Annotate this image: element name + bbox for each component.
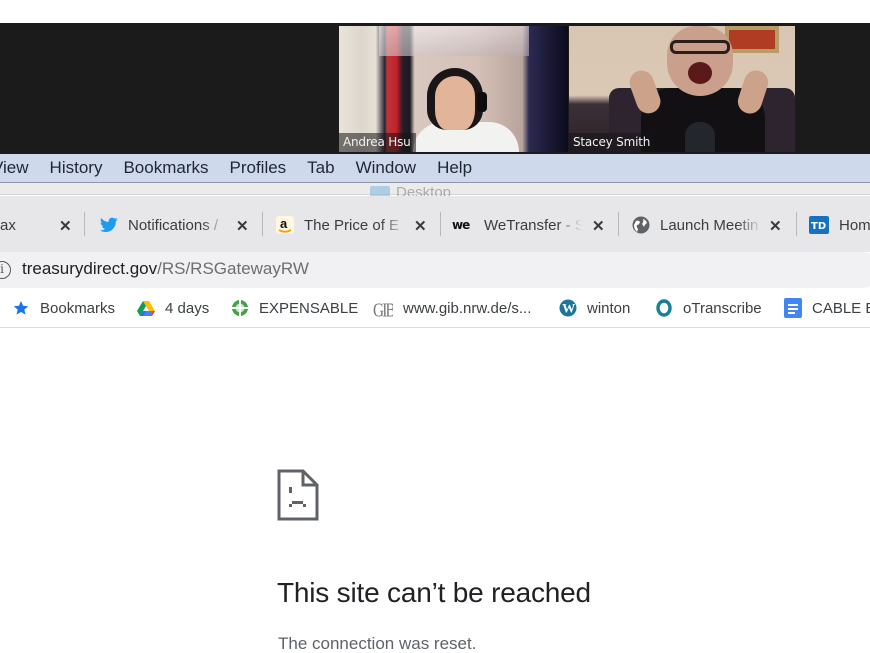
menu-help[interactable]: Help (437, 158, 472, 178)
tab-separator (618, 212, 619, 236)
page-content: This site can’t be reached The connectio… (0, 329, 870, 653)
url-text[interactable]: treasurydirect.gov/RS/RSGatewayRW (22, 259, 309, 279)
headphone-shape (477, 92, 487, 112)
otranscribe-icon (655, 299, 673, 317)
tab-separator (262, 212, 263, 236)
tab-close-button[interactable]: ✕ (414, 217, 427, 235)
twitter-icon (100, 216, 118, 234)
tab-close-button[interactable]: ✕ (592, 217, 605, 235)
browser-tab[interactable]: a The Price of E (276, 210, 406, 240)
bookmark-label: Bookmarks (40, 299, 116, 317)
tab-title: WeTransfer - S (484, 216, 582, 234)
participant-figure (427, 68, 483, 130)
bookmark-label: www.gib.nrw.de/s... (403, 299, 532, 317)
svg-text:W: W (562, 301, 575, 316)
bookmark-item[interactable]: Bookmarks (12, 298, 115, 318)
error-detail: The connection was reset. (278, 634, 477, 653)
globe-icon (632, 216, 650, 234)
browser-tab[interactable]: Notifications / (100, 210, 226, 240)
bookmark-label: oTranscribe (683, 299, 762, 317)
svg-text:a: a (280, 216, 288, 231)
google-docs-icon (784, 298, 802, 318)
error-title: This site can’t be reached (277, 577, 591, 608)
wetransfer-icon: we (452, 216, 474, 234)
tab-title: Notifications / (128, 216, 219, 234)
svg-text:TD: TD (811, 221, 826, 232)
google-drive-icon (137, 299, 155, 317)
menu-tab[interactable]: Tab (307, 158, 334, 178)
bookmark-item[interactable]: oTranscribe (655, 298, 762, 318)
wall-painting (725, 26, 779, 53)
url-host: treasurydirect.gov (22, 259, 158, 278)
sad-page-icon (277, 469, 319, 521)
bookmark-item[interactable]: 4 days (137, 298, 209, 318)
bookmarks-bar: Bookmarks 4 days EXPENSABLE GIB www.gib.… (0, 288, 870, 328)
mouth-shape (688, 62, 712, 84)
video-tile-stacey-smith[interactable]: Stacey Smith (569, 26, 795, 152)
tab-title: Launch Meetin (660, 216, 759, 234)
tab-separator (84, 212, 85, 236)
svg-text:GIB: GIB (373, 299, 393, 317)
tab-separator (440, 212, 441, 236)
video-background (379, 26, 529, 56)
macos-menu-bar: View History Bookmarks Profiles Tab Wind… (0, 154, 870, 183)
glasses-shape (670, 40, 730, 54)
menu-window[interactable]: Window (356, 158, 416, 178)
tab-separator (796, 212, 797, 236)
bookmark-label: 4 days (165, 299, 210, 317)
participant-name-label: Stacey Smith (569, 133, 656, 152)
bookmark-item[interactable]: CABLE E (784, 298, 870, 318)
address-bar-row: i treasurydirect.gov/RS/RSGatewayRW (0, 252, 870, 288)
tab-close-button[interactable]: ✕ (236, 217, 249, 235)
treasurydirect-icon: TD (809, 216, 829, 234)
browser-tab[interactable]: Launch Meetin (632, 210, 762, 240)
star-icon (12, 299, 30, 317)
tab-title: Hom (839, 216, 870, 234)
participant-name-label: Andrea Hsu (339, 133, 416, 152)
wordpress-icon: W (559, 299, 577, 317)
tab-close-button[interactable]: ✕ (769, 217, 782, 235)
expensable-icon (231, 299, 249, 317)
participant-figure (667, 26, 733, 96)
url-path: /RS/RSGatewayRW (157, 259, 309, 278)
menu-history[interactable]: History (50, 158, 103, 178)
browser-tab[interactable]: we WeTransfer - S (452, 210, 582, 240)
gib-icon: GIB (373, 299, 393, 317)
menu-bookmarks[interactable]: Bookmarks (123, 158, 208, 178)
menu-profiles[interactable]: Profiles (229, 158, 286, 178)
menu-view[interactable]: View (0, 158, 29, 178)
microphone-shape (685, 122, 715, 152)
top-margin (0, 0, 870, 23)
bookmark-label: CABLE E (812, 299, 870, 317)
browser-tab[interactable]: TD Hom (809, 210, 870, 240)
bookmark-label: EXPENSABLE (259, 299, 359, 317)
bookmark-item[interactable]: W winton (559, 298, 630, 318)
tab-title: ax (0, 216, 16, 234)
bookmark-label: winton (587, 299, 631, 317)
browser-tab-bar: ax ✕ Notifications / ✕ a The Price of E … (0, 196, 870, 252)
svg-text:we: we (452, 219, 470, 231)
amazon-icon: a (276, 216, 294, 234)
video-tile-andrea-hsu[interactable]: Andrea Hsu (339, 26, 568, 152)
bookmark-item[interactable]: GIB www.gib.nrw.de/s... (373, 298, 531, 318)
bookmark-item[interactable]: EXPENSABLE (231, 298, 358, 318)
zoom-video-strip: Andrea Hsu Stacey Smith (0, 23, 870, 154)
tab-title: The Price of E (304, 216, 400, 234)
tab-close-button[interactable]: ✕ (59, 217, 72, 235)
